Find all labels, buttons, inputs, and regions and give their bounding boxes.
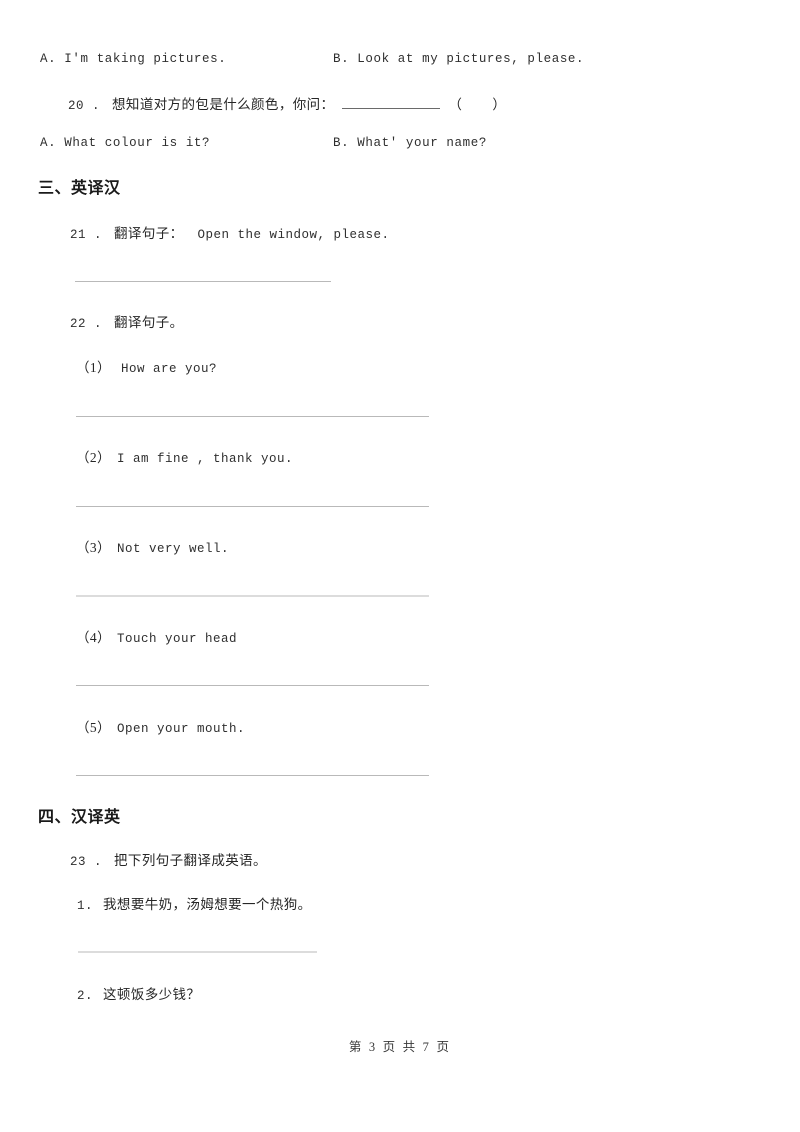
question-21-number: 21 . [70, 228, 103, 242]
question-22-item-1-answer-line[interactable] [76, 416, 429, 417]
question-23-item-2-text: 这顿饭多少钱？ [103, 987, 201, 1002]
question-23-item-1-answer-line[interactable] [78, 951, 317, 953]
question-20-bracket-open: （ [448, 97, 463, 113]
question-22-item-3-label: （3） [76, 540, 111, 555]
page-footer: 第 3 页 共 7 页 [348, 1040, 452, 1054]
question-22-number: 22 . [70, 317, 103, 331]
question-21-prompt-en: Open the window, please. [197, 228, 390, 242]
question-22-item-2: （2） I am fine , thank you. [76, 446, 293, 467]
question-20-stem: 想知道对方的包是什么颜色，你问： [112, 97, 335, 113]
question-20-option-a: A. What colour is it? [40, 136, 211, 150]
question-22-item-2-label: （2） [76, 450, 111, 465]
question-21-row: 21 . 翻译句子： Open the window, please. [70, 222, 390, 243]
question-22-item-2-text: I am fine , thank you. [116, 452, 293, 466]
question-23-item-1: 1. 我想要牛奶，汤姆想要一个热狗。 [77, 893, 312, 914]
question-20-option-b: B. What' your name? [333, 136, 487, 150]
q19-option-a: A. I'm taking pictures. [40, 52, 227, 66]
question-23-item-2-label: 2. [77, 989, 94, 1003]
section-heading-4: 四、汉译英 [38, 809, 121, 826]
question-22-item-2-answer-line[interactable] [76, 506, 429, 507]
question-20-answer-blank[interactable] [342, 93, 441, 110]
question-20-number: 20 . [68, 99, 101, 114]
question-23-prompt-cn: 把下列句子翻译成英语。 [114, 853, 267, 868]
question-21-prompt-cn: 翻译句子： [114, 226, 184, 241]
question-22-item-3: （3） Not very well. [76, 536, 229, 557]
question-22-item-5: （5） Open your mouth. [76, 716, 245, 737]
question-23-row: 23 . 把下列句子翻译成英语。 [70, 849, 267, 870]
exam-paper-page: A. I'm taking pictures. B. Look at my pi… [0, 0, 800, 1132]
section-heading-3: 三、英译汉 [38, 180, 121, 197]
question-23-item-1-text: 我想要牛奶，汤姆想要一个热狗。 [103, 897, 312, 912]
question-22-item-3-answer-line[interactable] [76, 595, 429, 597]
question-23-number: 23 . [70, 855, 103, 869]
question-22-prompt-cn: 翻译句子。 [114, 315, 184, 330]
question-22-item-4-text: Touch your head [116, 632, 237, 646]
q19-option-b: B. Look at my pictures, please. [333, 52, 585, 66]
question-22-item-4: （4） Touch your head [76, 626, 237, 647]
question-22-item-5-text: Open your mouth. [116, 722, 245, 736]
question-22-item-1: （1） How are you? [76, 356, 217, 377]
question-22-item-4-label: （4） [76, 630, 111, 645]
question-20-bracket-close: ） [492, 97, 507, 113]
question-22-item-1-label: （1） [76, 360, 111, 375]
question-22-item-5-answer-line[interactable] [76, 775, 429, 776]
question-22-item-1-text: How are you? [120, 362, 217, 376]
question-20-stem-row: 20 . 想知道对方的包是什么颜色，你问： （ ） [68, 93, 506, 114]
question-22-row: 22 . 翻译句子。 [70, 311, 184, 332]
question-23-item-2: 2. 这顿饭多少钱？ [77, 983, 200, 1004]
question-22-item-3-text: Not very well. [116, 542, 229, 556]
question-22-item-5-label: （5） [76, 720, 111, 735]
question-22-item-4-answer-line[interactable] [76, 685, 429, 686]
question-23-item-1-label: 1. [77, 899, 94, 913]
question-21-answer-line[interactable] [75, 281, 331, 282]
